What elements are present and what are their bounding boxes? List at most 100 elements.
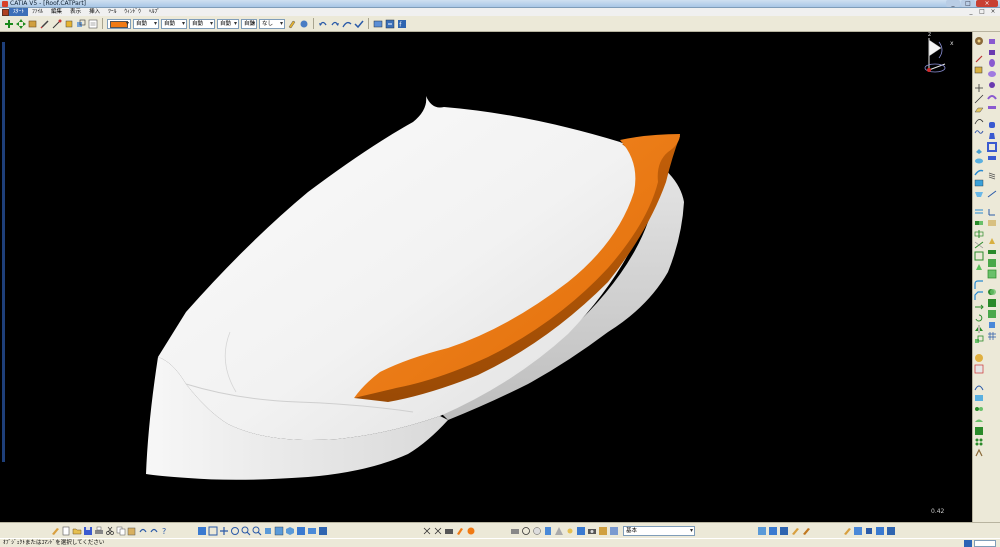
print-icon[interactable] bbox=[94, 526, 104, 536]
multi-view-icon[interactable] bbox=[274, 526, 284, 536]
line-type-combo[interactable]: 自動 bbox=[189, 18, 215, 29]
menu-file[interactable]: ﾌｧｲﾙ bbox=[28, 8, 47, 16]
scale-icon[interactable] bbox=[974, 335, 984, 345]
zoom-in-icon[interactable] bbox=[241, 526, 251, 536]
relation-icon[interactable] bbox=[790, 526, 800, 536]
union-trim-icon[interactable] bbox=[987, 320, 997, 330]
apply-color-icon[interactable] bbox=[455, 526, 465, 536]
catalog-icon[interactable] bbox=[373, 19, 383, 29]
sketch-analysis-icon[interactable] bbox=[987, 218, 997, 228]
parameter-icon[interactable] bbox=[779, 526, 789, 536]
paint-icon[interactable] bbox=[64, 19, 74, 29]
copy-icon[interactable] bbox=[116, 526, 126, 536]
light-icon[interactable] bbox=[565, 526, 575, 536]
measure-item-icon[interactable] bbox=[987, 189, 997, 199]
close-surface-icon[interactable] bbox=[987, 269, 997, 279]
current-layer-combo[interactable]: 基本 bbox=[623, 526, 695, 536]
mirror-icon[interactable] bbox=[422, 526, 432, 536]
extract-icon[interactable] bbox=[974, 262, 984, 272]
knowledge-icon[interactable] bbox=[385, 19, 395, 29]
material-ball-icon[interactable] bbox=[466, 526, 476, 536]
boolean-icon[interactable] bbox=[987, 287, 997, 297]
scene-icon[interactable] bbox=[576, 526, 586, 536]
intersect-icon[interactable] bbox=[987, 309, 997, 319]
highlight-icon[interactable] bbox=[532, 526, 542, 536]
copy-format-icon[interactable] bbox=[76, 19, 86, 29]
thread-icon[interactable] bbox=[987, 171, 997, 181]
assembly-icon[interactable] bbox=[974, 448, 984, 458]
rotate-icon[interactable] bbox=[974, 313, 984, 323]
undo-icon[interactable] bbox=[318, 19, 328, 29]
extrude-icon[interactable] bbox=[974, 145, 984, 155]
connect-check-icon[interactable] bbox=[974, 404, 984, 414]
select-arrow-icon[interactable] bbox=[4, 19, 14, 29]
draft-icon[interactable] bbox=[987, 131, 997, 141]
record-icon[interactable] bbox=[853, 526, 863, 536]
close-button[interactable]: × bbox=[976, 0, 998, 7]
stop-icon[interactable] bbox=[864, 526, 874, 536]
feature-icon[interactable] bbox=[757, 526, 767, 536]
sketch-icon[interactable] bbox=[974, 54, 984, 64]
save-icon[interactable] bbox=[83, 526, 93, 536]
specification-tree-strip[interactable] bbox=[2, 42, 5, 462]
sketch-plane-icon[interactable] bbox=[974, 65, 984, 75]
shell-icon[interactable] bbox=[987, 142, 997, 152]
normal-view-icon[interactable] bbox=[263, 526, 273, 536]
publication-icon[interactable] bbox=[768, 526, 778, 536]
remove-icon[interactable] bbox=[987, 298, 997, 308]
curvature-icon[interactable] bbox=[521, 526, 531, 536]
open-folder-icon[interactable] bbox=[72, 526, 82, 536]
offset-icon[interactable] bbox=[974, 207, 984, 217]
new-document-icon[interactable] bbox=[61, 526, 71, 536]
redo-bottom-icon[interactable] bbox=[149, 526, 159, 536]
zoom-out-icon[interactable] bbox=[252, 526, 262, 536]
axis-system-icon[interactable] bbox=[987, 207, 997, 217]
analysis-icon[interactable] bbox=[974, 353, 984, 363]
cut-part-icon[interactable] bbox=[987, 247, 997, 257]
format-painter-icon[interactable] bbox=[287, 19, 297, 29]
iso-view-icon[interactable] bbox=[285, 526, 295, 536]
groove-icon[interactable] bbox=[987, 69, 997, 79]
chamfer-icon[interactable] bbox=[974, 291, 984, 301]
paste-icon[interactable] bbox=[127, 526, 137, 536]
rotate-view-icon[interactable] bbox=[230, 526, 240, 536]
line-icon[interactable] bbox=[974, 94, 984, 104]
hole-icon[interactable] bbox=[987, 80, 997, 90]
render-box-icon[interactable] bbox=[444, 526, 454, 536]
sew-surface-icon[interactable] bbox=[987, 258, 997, 268]
snapshot-icon[interactable] bbox=[510, 526, 520, 536]
curve-icon[interactable] bbox=[974, 116, 984, 126]
fill-icon[interactable] bbox=[974, 178, 984, 188]
pan-icon[interactable] bbox=[219, 526, 229, 536]
swap-space-icon[interactable] bbox=[318, 526, 328, 536]
formula-icon[interactable]: f bbox=[397, 19, 407, 29]
apply-material-icon[interactable] bbox=[987, 236, 997, 246]
grid-icon[interactable] bbox=[987, 331, 997, 341]
point-symbol-combo[interactable]: 自動 bbox=[217, 18, 239, 29]
minimize-button[interactable]: _ bbox=[946, 0, 960, 7]
redo-icon[interactable] bbox=[330, 19, 340, 29]
surface-check-icon[interactable] bbox=[974, 393, 984, 403]
hide-show-bottom-icon[interactable] bbox=[307, 526, 317, 536]
command-icon[interactable] bbox=[964, 540, 972, 547]
doc-restore-button[interactable]: □ bbox=[977, 8, 987, 15]
symmetry-icon[interactable] bbox=[974, 324, 984, 334]
fly-mode-icon[interactable] bbox=[197, 526, 207, 536]
brush-icon[interactable] bbox=[50, 526, 60, 536]
shaft-icon[interactable] bbox=[987, 58, 997, 68]
point-icon[interactable] bbox=[974, 83, 984, 93]
compass-icon[interactable] bbox=[915, 34, 955, 80]
visual-basic-icon[interactable] bbox=[875, 526, 885, 536]
workbench-icon[interactable] bbox=[974, 36, 984, 46]
law-icon[interactable] bbox=[974, 382, 984, 392]
pattern-icon[interactable] bbox=[974, 437, 984, 447]
section-icon[interactable] bbox=[543, 526, 553, 536]
boundary-icon[interactable] bbox=[974, 251, 984, 261]
join-icon[interactable] bbox=[974, 218, 984, 228]
properties-icon[interactable] bbox=[88, 19, 98, 29]
material-icon[interactable] bbox=[801, 526, 811, 536]
slot-icon[interactable] bbox=[987, 102, 997, 112]
3d-viewport[interactable]: z x bbox=[8, 32, 972, 522]
doc-close-button[interactable]: × bbox=[988, 8, 998, 15]
menu-edit[interactable]: 編集 bbox=[47, 8, 66, 16]
